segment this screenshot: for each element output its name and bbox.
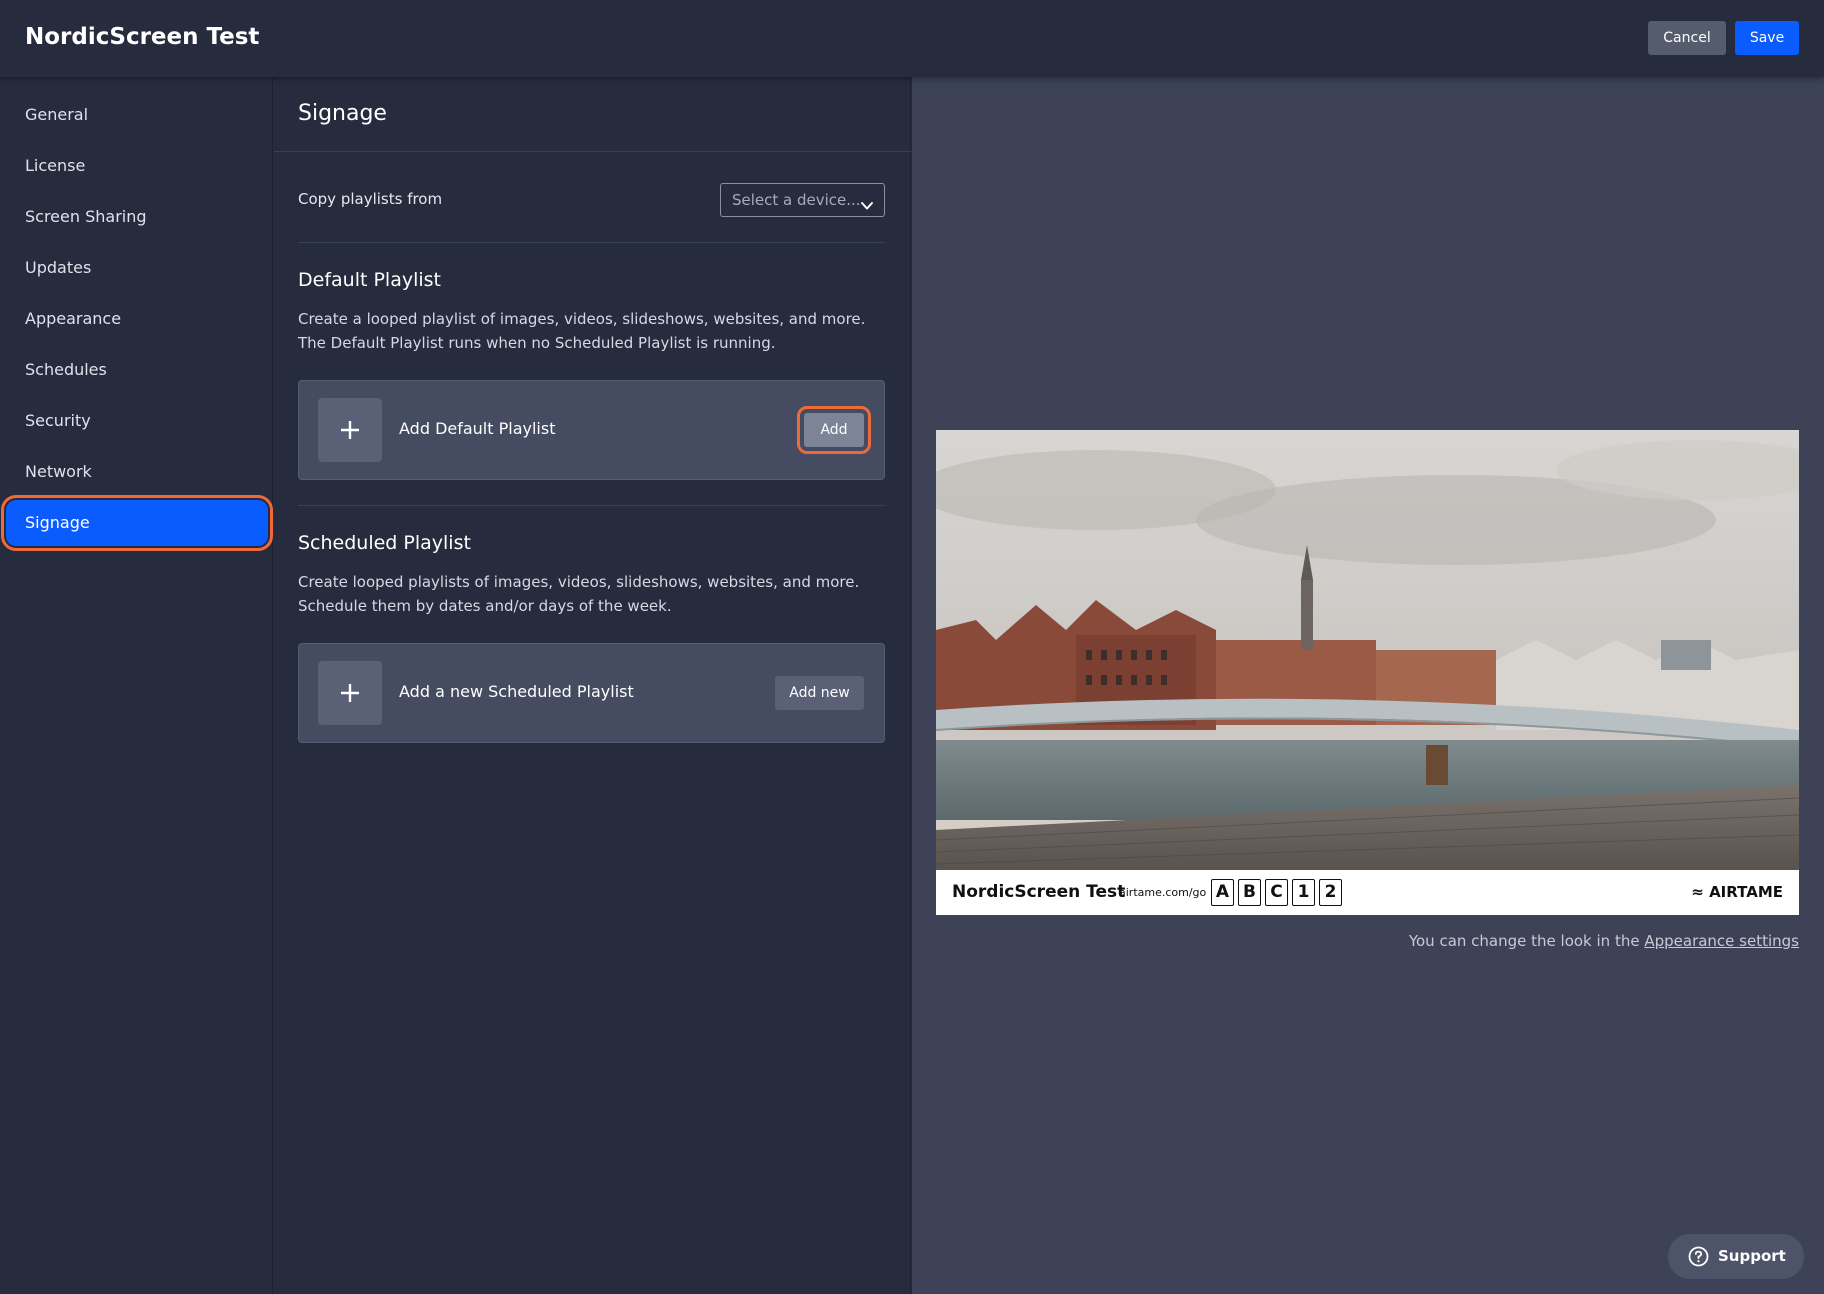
app-header: NordicScreen Test Cancel Save: [0, 0, 1824, 77]
save-button[interactable]: Save: [1735, 21, 1799, 55]
sidebar-item-screen-sharing[interactable]: Screen Sharing: [0, 195, 273, 239]
copy-device-select[interactable]: Select a device...: [720, 183, 885, 217]
select-placeholder: Select a device...: [732, 191, 861, 209]
code-character: B: [1238, 879, 1261, 906]
add-new-scheduled-playlist-button[interactable]: Add new: [775, 676, 864, 710]
sidebar-item-general[interactable]: General: [0, 93, 273, 137]
support-label: Support: [1718, 1247, 1786, 1265]
sidebar-item-security[interactable]: Security: [0, 399, 273, 443]
default-playlist-title: Default Playlist: [298, 269, 441, 291]
airtame-logo: ≈ AIRTAME: [1691, 883, 1783, 901]
device-title: NordicScreen Test: [25, 24, 260, 50]
copy-playlists-label: Copy playlists from: [298, 190, 443, 208]
scheduled-playlist-title: Scheduled Playlist: [298, 532, 471, 554]
code-character: C: [1265, 879, 1288, 906]
sidebar-item-signage[interactable]: Signage: [1, 495, 273, 551]
preview-url: airtame.com/go: [1119, 886, 1207, 899]
support-button[interactable]: Support: [1668, 1234, 1804, 1279]
page-title: Signage: [298, 101, 387, 126]
default-playlist-description: Create a looped playlist of images, vide…: [298, 310, 866, 352]
sidebar-item-appearance[interactable]: Appearance: [0, 297, 273, 341]
background-image: [936, 430, 1799, 870]
signage-panel: Signage Copy playlists from Select a dev…: [274, 77, 911, 1294]
plus-icon: [318, 398, 382, 462]
plus-icon: [318, 661, 382, 725]
code-character: A: [1211, 879, 1234, 906]
chevron-down-icon: [860, 192, 874, 224]
title-divider: [274, 151, 911, 152]
scheduled-playlist-card: Add a new Scheduled Playlist Add new: [298, 643, 885, 743]
hint-text: You can change the look in the: [1408, 932, 1640, 950]
code-character: 2: [1319, 879, 1342, 906]
sidebar-item-schedules[interactable]: Schedules: [0, 348, 273, 392]
appearance-settings-link[interactable]: Appearance settings: [1644, 932, 1799, 950]
cancel-button[interactable]: Cancel: [1648, 21, 1726, 55]
sidebar-item-network[interactable]: Network: [0, 450, 273, 494]
scheduled-playlist-description: Create looped playlists of images, video…: [298, 573, 860, 615]
section-divider: [298, 242, 885, 243]
code-character: 1: [1292, 879, 1315, 906]
add-scheduled-playlist-label: Add a new Scheduled Playlist: [399, 682, 634, 701]
default-playlist-card: Add Default Playlist Add: [298, 380, 885, 480]
help-circle-icon: [1688, 1246, 1709, 1267]
appearance-hint: You can change the look in the Appearanc…: [1409, 932, 1799, 950]
preview-device-name: NordicScreen Test: [952, 882, 1126, 902]
sidebar-item-license[interactable]: License: [0, 144, 273, 188]
section-divider: [298, 505, 885, 506]
screen-preview: NordicScreen Test airtame.com/go A B C 1…: [936, 430, 1799, 915]
add-default-playlist-button[interactable]: Add: [797, 406, 871, 454]
sidebar-item-updates[interactable]: Updates: [0, 246, 273, 290]
add-default-playlist-label: Add Default Playlist: [399, 419, 556, 438]
preview-info-bar: NordicScreen Test airtame.com/go A B C 1…: [936, 870, 1799, 915]
screen-preview-pane: NordicScreen Test airtame.com/go A B C 1…: [912, 77, 1824, 1294]
settings-sidebar: General License Screen Sharing Updates A…: [0, 77, 273, 1294]
